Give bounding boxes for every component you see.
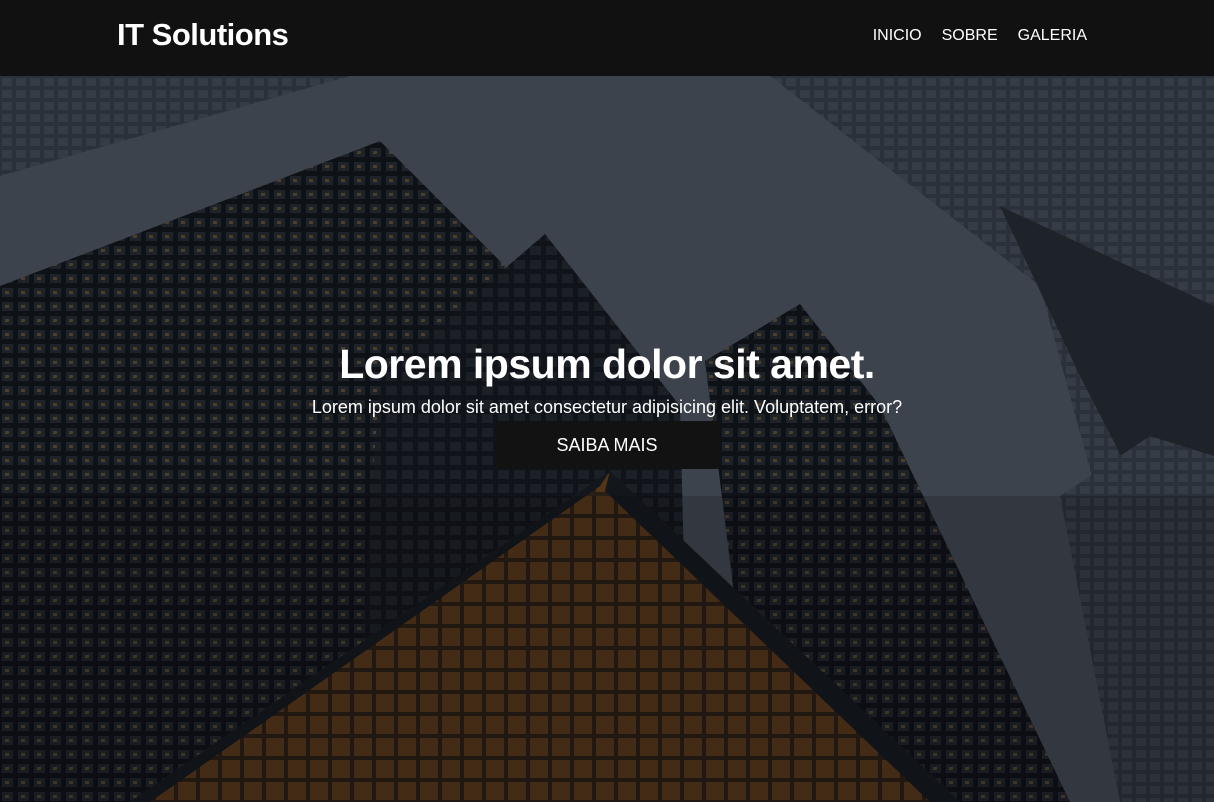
navbar: IT Solutions INICIO SOBRE GALERIA: [0, 0, 1214, 76]
nav-link-sobre[interactable]: SOBRE: [942, 27, 998, 45]
hero-content: Lorem ipsum dolor sit amet. Lorem ipsum …: [0, 338, 1214, 469]
nav-menu: INICIO SOBRE GALERIA: [873, 27, 1087, 45]
brand-logo-link[interactable]: IT Solutions: [117, 17, 289, 53]
hero-section: Lorem ipsum dolor sit amet. Lorem ipsum …: [0, 76, 1214, 802]
hero-subtitle: Lorem ipsum dolor sit amet consectetur a…: [311, 397, 903, 417]
nav-link-galeria[interactable]: GALERIA: [1018, 27, 1087, 45]
nav-link-inicio[interactable]: INICIO: [873, 27, 922, 45]
hero-title: Lorem ipsum dolor sit amet.: [339, 341, 875, 387]
saiba-mais-button[interactable]: SAIBA MAIS: [494, 421, 720, 469]
